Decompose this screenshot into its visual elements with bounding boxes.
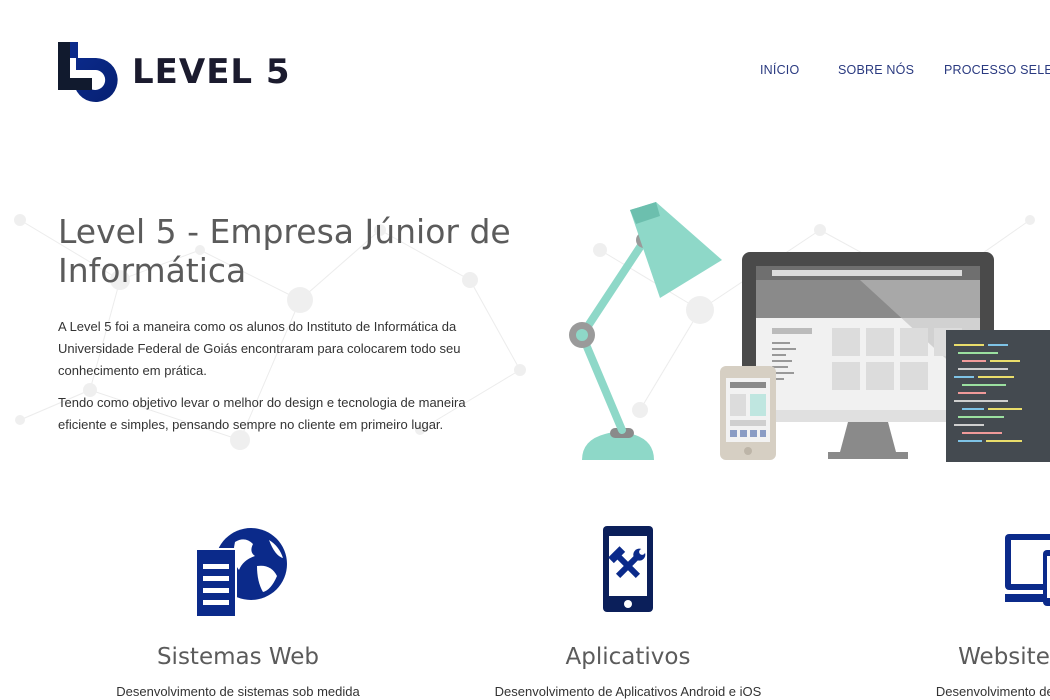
logo[interactable]: LEVEL 5 <box>56 40 291 104</box>
service-description: Desenvolvimento de Aplicativos Android e… <box>494 684 762 699</box>
nav-item-inicio[interactable]: INÍCIO <box>760 63 799 77</box>
logo-text: LEVEL 5 <box>132 52 291 92</box>
hero-title: Level 5 - Empresa Júnior de Informática <box>58 212 511 290</box>
service-title: Sistemas Web <box>156 644 320 670</box>
hero-paragraph-1: A Level 5 foi a maneira como os alunos d… <box>58 319 461 378</box>
service-description: Desenvolvimento de sites <box>935 684 1050 699</box>
service-description: Desenvolvimento de sistemas sob medida <box>116 684 360 699</box>
site-header: LEVEL 5 INÍCIO SOBRE NÓS PROCESSO SELETI… <box>0 0 1050 140</box>
service-title: Aplicativos <box>565 644 691 670</box>
hero-paragraph-2: Tendo como objetivo levar o melhor do de… <box>58 395 466 432</box>
hero-illustration <box>569 202 1050 462</box>
hero-section: Level 5 - Empresa Júnior de Informática … <box>0 190 1050 470</box>
server-globe-icon <box>195 528 287 618</box>
service-title: Websites <box>958 644 1050 670</box>
level5-logo-icon <box>58 42 118 102</box>
service-aplicativos: Aplicativos Desenvolvimento de Aplicativ… <box>458 520 798 699</box>
tablet-icon <box>720 366 776 460</box>
service-sistemas-web: Sistemas Web Desenvolvimento de sistemas… <box>68 520 408 699</box>
service-websites: Websites Desenvolvimento de sites <box>840 520 1050 699</box>
code-editor-icon <box>946 330 1050 462</box>
nav-item-processo-seletivo[interactable]: PROCESSO SELETIVO <box>944 63 1050 77</box>
nav-item-sobre-nos[interactable]: SOBRE NÓS <box>838 63 914 77</box>
desk-lamp-icon <box>569 202 722 460</box>
devices-icon <box>1005 534 1050 606</box>
phone-tools-icon <box>603 526 653 612</box>
